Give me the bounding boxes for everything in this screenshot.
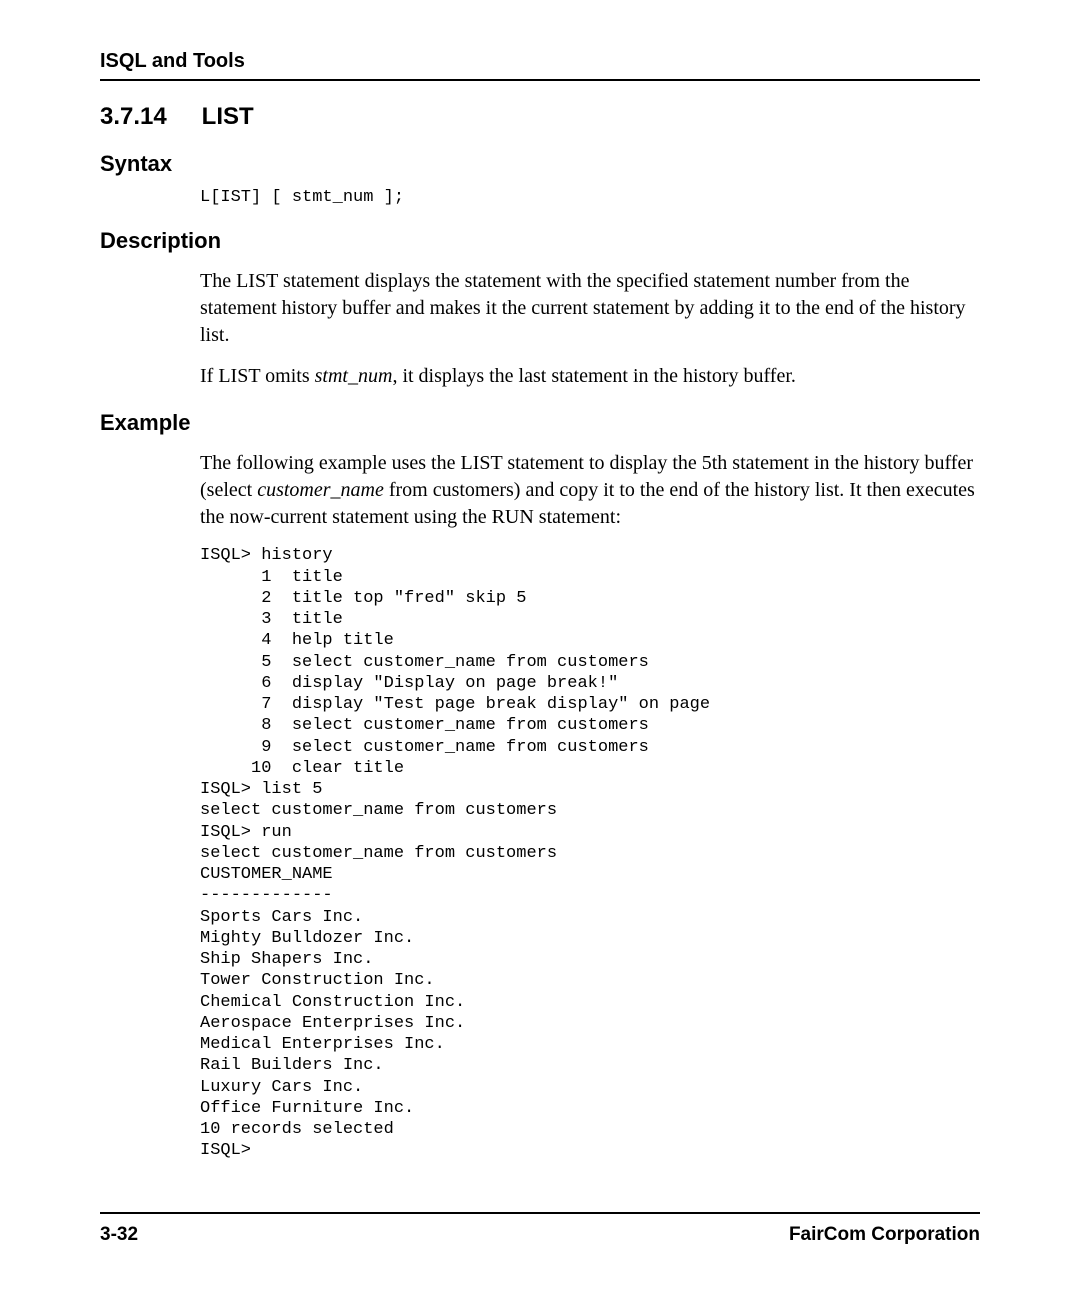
example-intro: The following example uses the LIST stat…: [200, 450, 980, 531]
desc-p2-pre: If LIST omits: [200, 365, 315, 387]
example-heading: Example: [100, 410, 980, 436]
desc-p2-em: stmt_num: [315, 365, 393, 387]
description-para-1: The LIST statement displays the statemen…: [200, 268, 980, 349]
header-rule: [100, 79, 980, 81]
example-code: ISQL> history 1 title 2 title top "fred"…: [200, 545, 980, 1161]
footer-line: 3-32 FairCom Corporation: [100, 1224, 980, 1246]
footer: 3-32 FairCom Corporation: [100, 1212, 980, 1246]
description-heading: Description: [100, 228, 980, 254]
footer-rule: [100, 1212, 980, 1214]
section-title-text: LIST: [202, 103, 254, 130]
company-name: FairCom Corporation: [789, 1224, 980, 1246]
page: ISQL and Tools 3.7.14 LIST Syntax L[IST]…: [0, 0, 1080, 1296]
example-intro-em: customer_name: [257, 479, 384, 501]
running-header: ISQL and Tools: [100, 50, 980, 73]
description-body: The LIST statement displays the statemen…: [200, 268, 980, 390]
section-title: 3.7.14 LIST: [100, 103, 980, 131]
section-number: 3.7.14: [100, 103, 195, 131]
example-intro-para: The following example uses the LIST stat…: [200, 450, 980, 531]
page-number: 3-32: [100, 1224, 138, 1246]
desc-p2-post: , it displays the last statement in the …: [392, 365, 795, 387]
description-para-2: If LIST omits stmt_num, it displays the …: [200, 363, 980, 390]
syntax-code: L[IST] [ stmt_num ];: [200, 187, 980, 208]
syntax-heading: Syntax: [100, 151, 980, 177]
